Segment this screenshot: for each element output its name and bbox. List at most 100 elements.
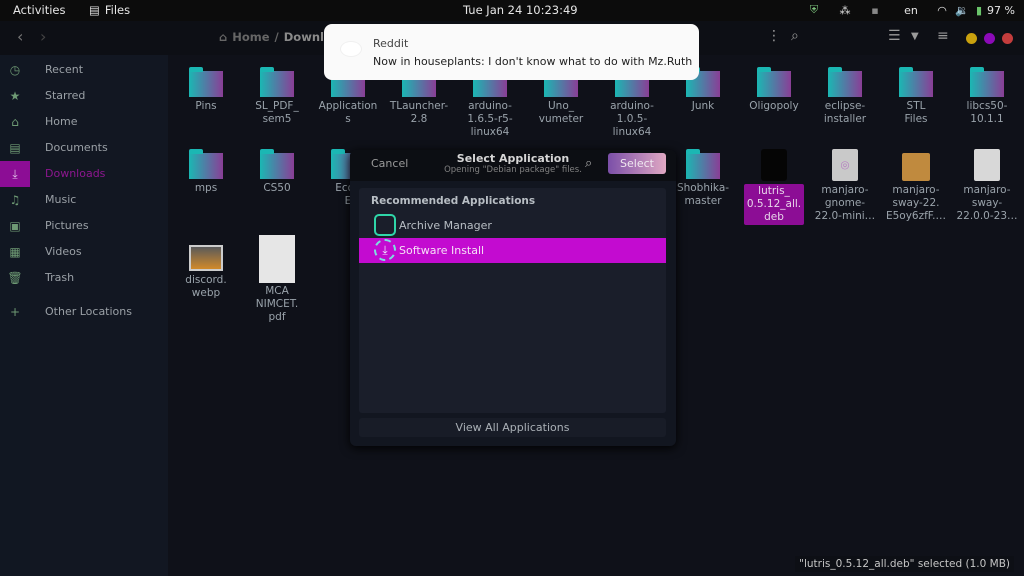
file-name: Oligopoly (749, 100, 799, 112)
file-item[interactable]: lutris_ 0.5.12_all. deb (738, 149, 810, 225)
sidebar-item-pictures[interactable]: ▣ Pictures (0, 213, 168, 239)
pictures-icon: ▣ (9, 219, 21, 233)
folder-icon (189, 67, 223, 97)
file-name: libcs50- 10.1.1 (966, 100, 1008, 125)
folder-icon (686, 149, 720, 179)
app-archive-manager[interactable]: Archive Manager (359, 213, 666, 238)
activities-button[interactable]: Activities (13, 3, 65, 17)
sidebar-item-other-locations[interactable]: + Other Locations (0, 299, 168, 325)
file-name: arduino- 1.6.5-r5- linux64 (467, 100, 513, 138)
file-item[interactable]: STL Files (880, 67, 952, 126)
close-button[interactable] (1002, 33, 1013, 44)
main-menu-icon[interactable]: ≡ (937, 28, 949, 44)
downloads-icon: ⤓ (0, 161, 30, 187)
sidebar-item-label: Downloads (45, 167, 106, 180)
search-icon[interactable]: ⌕ (585, 156, 592, 171)
dropbox-icon[interactable]: ⁂ (830, 4, 860, 17)
file-item[interactable]: mps (170, 149, 242, 195)
starred-icon: ★ (9, 89, 21, 103)
sidebar-item-trash[interactable]: 🗑 Trash (0, 265, 168, 291)
other-locations-icon: + (9, 305, 21, 319)
music-icon: ♫ (9, 193, 21, 207)
forward-button[interactable]: › (40, 27, 46, 46)
shield-icon[interactable]: ⛨ (798, 3, 830, 17)
system-tray[interactable]: ⛨ ⁂ ▪ en ◠ 🔉 ▮ 97 % (798, 3, 1016, 17)
pdf-thumbnail (259, 235, 295, 283)
breadcrumb-home[interactable]: Home (232, 30, 269, 44)
wifi-icon[interactable]: ◠ (932, 4, 952, 17)
file-item[interactable]: Shobhika-master (667, 149, 739, 208)
file-name: MCA NIMCET. pdf (255, 285, 299, 323)
file-name: manjaro-gnome- 22.0-mini… (814, 184, 876, 222)
sidebar-item-home[interactable]: ⌂ Home (0, 109, 168, 135)
file-name: eclipse-installer (823, 100, 867, 125)
home-icon: ⌂ (11, 115, 19, 129)
status-bar: "lutris_0.5.12_all.deb" selected (1.0 MB… (795, 556, 1014, 572)
back-button[interactable]: ‹ (17, 27, 23, 46)
view-all-applications-button[interactable]: View All Applications (359, 418, 666, 437)
sidebar-item-music[interactable]: ♫ Music (0, 187, 168, 213)
disc-image-icon: ◎ (832, 149, 858, 181)
folder-icon (828, 67, 862, 97)
list-view-icon[interactable]: ☰ (888, 28, 901, 44)
minimize-button[interactable] (966, 33, 977, 44)
text-file-icon (974, 149, 1000, 181)
top-bar: Activities ▤ Files Tue Jan 24 10:23:49 ⛨ … (0, 0, 1024, 21)
clock[interactable]: Tue Jan 24 10:23:49 (463, 3, 578, 17)
maximize-button[interactable] (984, 33, 995, 44)
sidebar-item-downloads[interactable]: ⤓ Downloads (0, 161, 168, 187)
file-item[interactable]: discord. webp (170, 235, 242, 300)
sidebar-item-label: Other Locations (45, 305, 132, 318)
documents-icon: ▤ (9, 141, 21, 155)
file-name: SL_PDF_ sem5 (255, 100, 299, 125)
view-options-chevron-icon[interactable]: ▼ (911, 31, 919, 42)
app-list: Recommended Applications Archive Manager… (359, 188, 666, 413)
language-indicator[interactable]: en (890, 4, 932, 17)
videos-icon: ▦ (9, 245, 21, 259)
sidebar-item-starred[interactable]: ★ Starred (0, 83, 168, 109)
file-name: arduino- 1.0.5- linux64 (610, 100, 654, 138)
file-item[interactable]: MCA NIMCET. pdf (241, 235, 313, 324)
file-item[interactable]: manjaro-sway-22. E5oy6zfF.… (880, 149, 952, 223)
sidebar-item-videos[interactable]: ▦ Videos (0, 239, 168, 265)
file-item[interactable]: Pins (170, 67, 242, 113)
file-name: manjaro-sway- 22.0.0-23… (956, 184, 1018, 222)
file-name: Shobhika-master (676, 182, 730, 207)
file-item[interactable]: eclipse-installer (809, 67, 881, 126)
folder-icon (970, 67, 1004, 97)
file-name: manjaro-sway-22. E5oy6zfF.… (885, 184, 947, 222)
app-name: Archive Manager (399, 219, 492, 232)
file-item[interactable]: ◎ manjaro-gnome- 22.0-mini… (809, 149, 881, 223)
file-item[interactable]: CS50 (241, 149, 313, 195)
volume-icon[interactable]: 🔉 (952, 4, 972, 17)
battery-level: 97 % (987, 3, 1015, 17)
file-name: Junk (691, 100, 715, 112)
file-name: lutris_ 0.5.12_all. deb (743, 184, 805, 225)
battery-icon[interactable]: ▮ (972, 4, 986, 17)
more-options-icon[interactable]: ⋮ (767, 28, 781, 44)
sidebar-item-documents[interactable]: ▤ Documents (0, 135, 168, 161)
file-item[interactable]: manjaro-sway- 22.0.0-23… (951, 149, 1023, 223)
sidebar-item-label: Pictures (45, 219, 89, 232)
indicator-icon[interactable]: ▪ (860, 4, 890, 17)
recommended-heading: Recommended Applications (371, 195, 536, 207)
app-menu[interactable]: ▤ Files (89, 3, 130, 17)
sidebar-item-label: Trash (45, 271, 75, 284)
select-button[interactable]: Select (608, 153, 666, 174)
sidebar-item-label: Documents (45, 141, 108, 154)
folder-icon (260, 149, 294, 179)
folder-icon (899, 67, 933, 97)
file-name: Uno_ vumeter (538, 100, 584, 125)
file-item[interactable]: libcs50- 10.1.1 (951, 67, 1023, 126)
file-item[interactable]: SL_PDF_ sem5 (241, 67, 313, 126)
search-icon[interactable]: ⌕ (791, 28, 799, 44)
notification-banner[interactable]: Reddit Now in houseplants: I don't know … (324, 24, 699, 80)
app-software-install[interactable]: ⤓ Software Install (359, 238, 666, 263)
notification-message: Now in houseplants: I don't know what to… (373, 55, 693, 68)
archive-manager-icon (374, 214, 396, 236)
app-name: Files (104, 3, 131, 17)
file-name: Pins (195, 100, 217, 112)
file-item[interactable]: Oligopoly (738, 67, 810, 113)
sidebar-item-recent[interactable]: ◷ Recent (0, 57, 168, 83)
sidebar-item-label: Music (45, 193, 77, 206)
